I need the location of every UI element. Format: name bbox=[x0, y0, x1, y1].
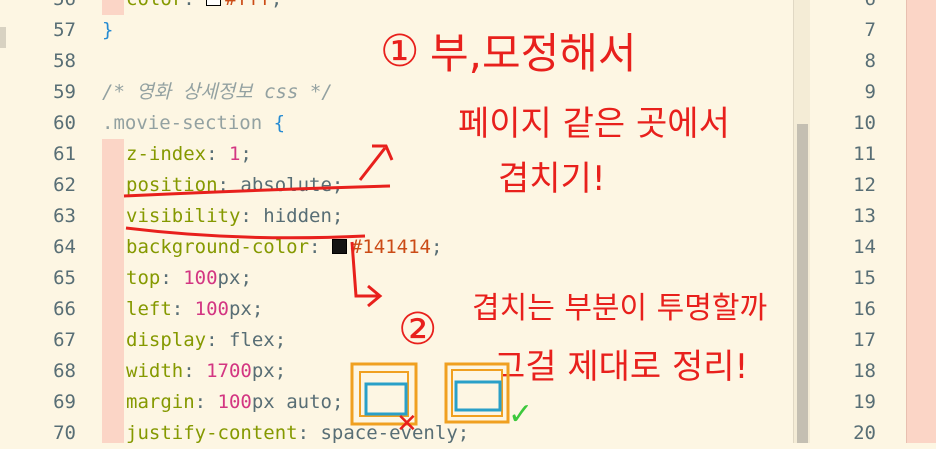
scrollbar-thumb[interactable] bbox=[797, 124, 808, 443]
line-number: 70 bbox=[53, 422, 76, 444]
code-line: color: #fff; bbox=[126, 0, 282, 15]
line-number: 69 bbox=[53, 391, 76, 413]
line-number: 7 bbox=[864, 19, 876, 41]
line-number: 57 bbox=[53, 19, 76, 41]
line-number: 19 bbox=[853, 391, 876, 413]
code-comment: /* 영화 상세정보 css */ bbox=[102, 81, 333, 103]
code-line: display: flex; bbox=[126, 329, 287, 351]
code-editor[interactable]: color: #fff; } /* 영화 상세정보 css */ .movie-… bbox=[102, 0, 792, 444]
code-line: margin: 100px auto; bbox=[126, 391, 344, 413]
code-line: } bbox=[102, 19, 114, 41]
line-number: 8 bbox=[864, 50, 876, 72]
color-swatch[interactable] bbox=[206, 0, 222, 6]
line-number: 62 bbox=[53, 174, 76, 196]
line-number: 58 bbox=[53, 50, 76, 72]
line-number: 12 bbox=[853, 174, 876, 196]
code-line: visibility: hidden; bbox=[126, 205, 344, 227]
line-number: 11 bbox=[853, 143, 876, 165]
code-line: left: 100px; bbox=[126, 298, 264, 320]
line-number: 60 bbox=[53, 112, 76, 134]
code-line: width: 1700px; bbox=[126, 360, 287, 382]
line-number: 56 bbox=[0, 0, 76, 15]
line-number: 20 bbox=[853, 422, 876, 444]
line-number: 63 bbox=[53, 205, 76, 227]
line-number: 64 bbox=[53, 236, 76, 258]
line-number: 13 bbox=[853, 205, 876, 227]
code-line: background-color: #141414; bbox=[126, 236, 443, 258]
line-number: 18 bbox=[853, 360, 876, 382]
line-number: 16 bbox=[853, 298, 876, 320]
line-number: 59 bbox=[53, 81, 76, 103]
line-number: 67 bbox=[53, 329, 76, 351]
line-number: 10 bbox=[853, 112, 876, 134]
line-number: 9 bbox=[864, 81, 876, 103]
line-number: 68 bbox=[53, 360, 76, 382]
code-line: .movie-section { bbox=[102, 112, 286, 134]
code-line: position: absolute; bbox=[126, 174, 344, 196]
line-number: 61 bbox=[53, 143, 76, 165]
line-number: 14 bbox=[853, 236, 876, 258]
line-number-gutter: 56 57 58 59 60 61 62 63 64 65 66 67 68 6… bbox=[0, 0, 92, 444]
code-line: justify-content: space-evenly; bbox=[126, 422, 470, 444]
color-swatch[interactable] bbox=[331, 239, 347, 254]
line-number: 65 bbox=[53, 267, 76, 289]
line-number: 6 bbox=[810, 0, 876, 15]
code-line: z-index: 1; bbox=[126, 143, 252, 165]
line-number: 66 bbox=[53, 298, 76, 320]
code-line: top: 100px; bbox=[126, 267, 252, 289]
line-number: 17 bbox=[853, 329, 876, 351]
indent-guide bbox=[906, 0, 936, 443]
line-number: 15 bbox=[853, 267, 876, 289]
